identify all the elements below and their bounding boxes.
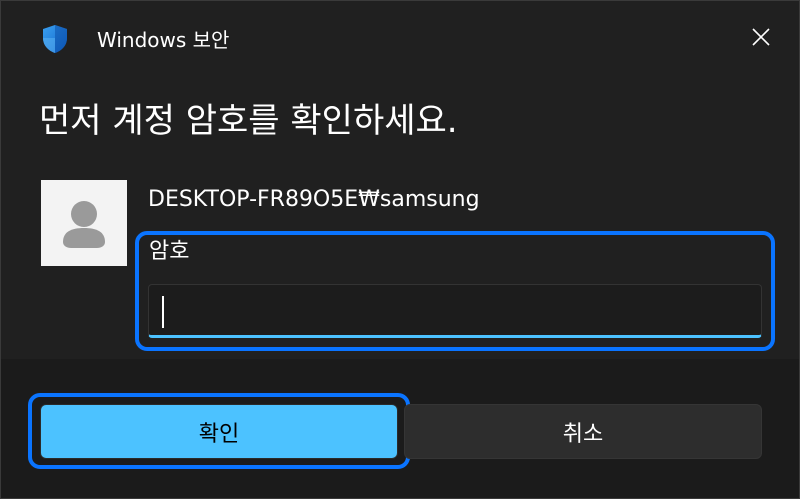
close-button[interactable] [739, 17, 783, 61]
window-title: Windows 보안 [97, 28, 230, 52]
close-icon [751, 27, 771, 51]
account-name: DESKTOP-FR89O5E₩samsung [148, 187, 480, 212]
shield-icon [39, 23, 71, 55]
cancel-button[interactable]: 취소 [404, 404, 762, 459]
password-input[interactable] [148, 284, 762, 338]
confirm-button[interactable]: 확인 [40, 404, 398, 459]
windows-security-dialog: Windows 보안 먼저 계정 암호를 확인하세요. DESKTOP-FR89… [0, 0, 800, 499]
text-caret [162, 296, 164, 328]
avatar [41, 180, 127, 266]
page-title: 먼저 계정 암호를 확인하세요. [39, 101, 458, 141]
password-label: 암호 [149, 239, 190, 264]
user-avatar-icon [41, 201, 127, 270]
title-bar: Windows 보안 [1, 1, 799, 81]
